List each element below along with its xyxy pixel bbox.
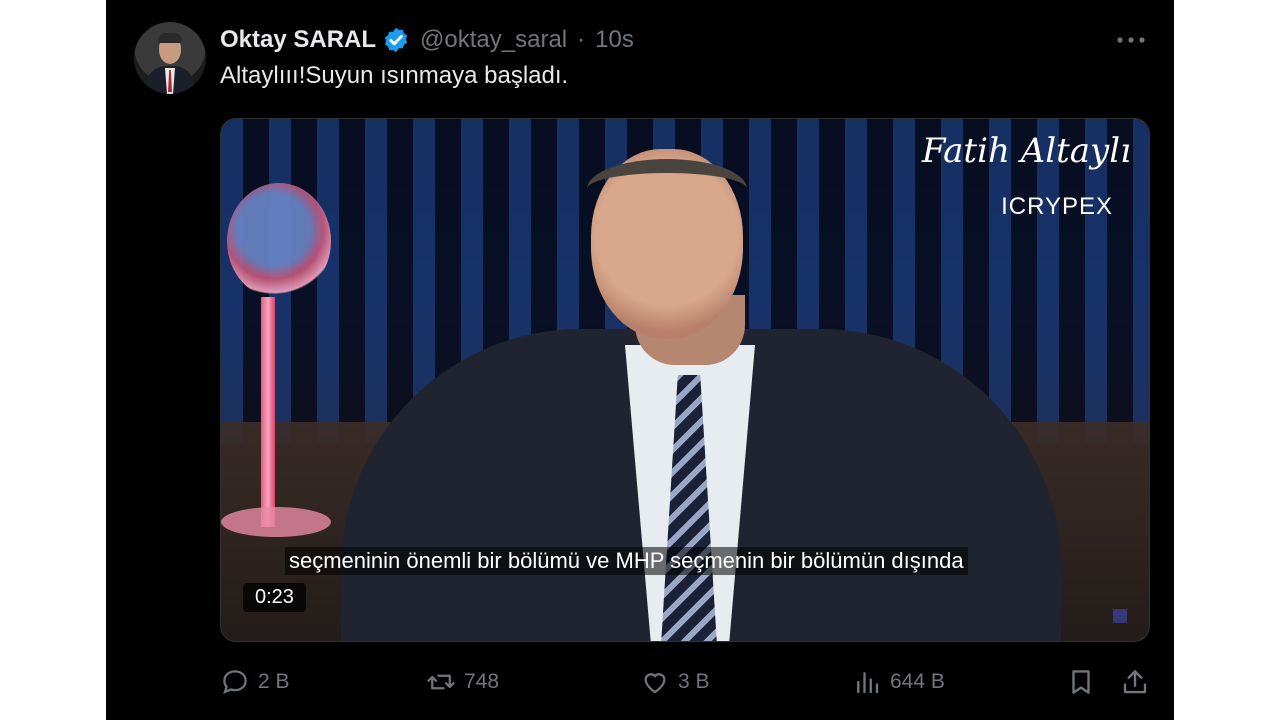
- repost-button[interactable]: 748: [426, 662, 499, 702]
- video-brand-watermark: ICRYPEX: [1001, 193, 1113, 220]
- like-button[interactable]: 3 B: [640, 662, 710, 702]
- like-count: 3 B: [678, 670, 710, 693]
- video-player[interactable]: Fatih Altaylı ICRYPEX seçmeninin önemli …: [220, 118, 1150, 642]
- captions-icon[interactable]: [1113, 609, 1127, 623]
- reply-count: 2 B: [258, 670, 290, 693]
- more-options-icon[interactable]: [1116, 28, 1146, 52]
- heart-icon: [644, 673, 666, 694]
- tweet-text: Altaylııı!Suyun ısınmaya başladı.: [220, 62, 569, 89]
- repost-icon: [427, 674, 455, 690]
- views-count: 644 B: [890, 670, 945, 693]
- repost-count: 748: [464, 670, 500, 693]
- share-icon: [1123, 670, 1147, 694]
- video-subtitle: seçmeninin önemli bir bölümü ve MHP seçm…: [285, 547, 968, 575]
- bookmark-button[interactable]: [1066, 662, 1096, 702]
- author-name[interactable]: Oktay SARAL: [220, 26, 376, 54]
- dot-separator: ·: [577, 26, 586, 53]
- video-signature-watermark: Fatih Altaylı: [921, 131, 1131, 171]
- tweet-time[interactable]: 10s: [595, 26, 634, 54]
- video-duration: 0:23: [243, 583, 306, 612]
- avatar[interactable]: [134, 22, 206, 94]
- verified-badge-icon: [382, 26, 410, 54]
- bookmark-icon: [1072, 670, 1090, 694]
- analytics-icon: [857, 672, 879, 694]
- views-button[interactable]: 644 B: [852, 662, 945, 702]
- tweet-header: Oktay SARAL @oktay_saral · 10s: [220, 24, 634, 56]
- reply-button[interactable]: 2 B: [220, 662, 290, 702]
- tweet-card[interactable]: Oktay SARAL @oktay_saral · 10s Altaylııı…: [106, 0, 1174, 720]
- reply-icon: [223, 670, 247, 694]
- author-handle[interactable]: @oktay_saral: [420, 26, 567, 54]
- share-button[interactable]: [1120, 662, 1150, 702]
- lamp-image: [227, 183, 331, 299]
- action-bar: 2 B 748 3 B 644 B: [220, 662, 1148, 702]
